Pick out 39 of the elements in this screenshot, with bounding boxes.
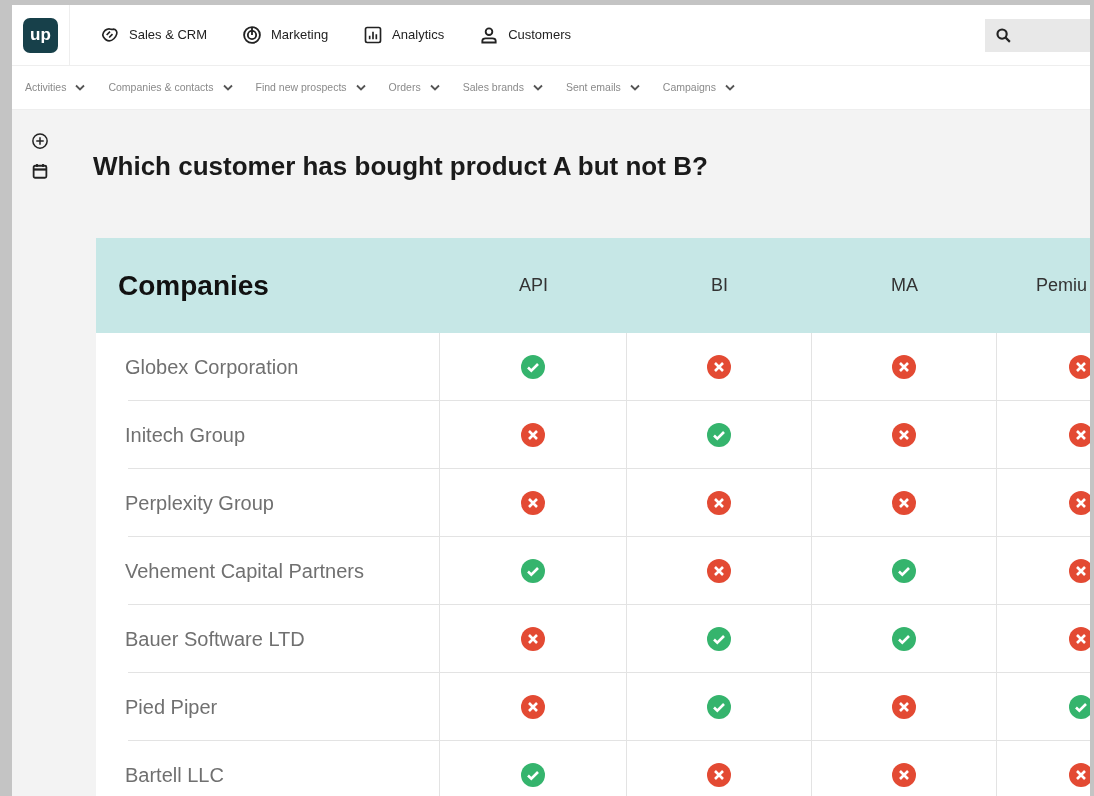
chevron-down-icon[interactable] xyxy=(75,84,86,91)
company-name: Bauer Software LTD xyxy=(125,626,305,652)
menu-link[interactable]: Orders xyxy=(388,79,421,96)
company-name: Globex Corporation xyxy=(125,354,299,380)
search-field[interactable] xyxy=(985,18,1090,52)
company-name: Initech Group xyxy=(125,422,246,448)
bar-chart-icon xyxy=(363,25,384,45)
page-title: Which customer has bought product A but not B? xyxy=(93,150,709,183)
chevron-down-icon[interactable] xyxy=(222,84,233,91)
menu-link[interactable]: Activities xyxy=(25,79,67,96)
target-icon xyxy=(242,25,263,45)
chevron-down-icon[interactable] xyxy=(532,84,543,91)
search-icon xyxy=(995,26,1012,44)
chevron-down-icon[interactable] xyxy=(429,84,440,91)
nav-link[interactable]: Sales & CRM xyxy=(129,25,208,45)
nav-link[interactable]: Marketing xyxy=(271,25,329,45)
company-name: Pied Piper xyxy=(125,694,218,720)
nav-link[interactable]: Analytics xyxy=(392,25,445,45)
menu-link[interactable]: Sent emails xyxy=(565,79,621,96)
menu-link[interactable]: Campaigns xyxy=(662,79,716,96)
column-header: BI xyxy=(711,274,728,297)
chevron-down-icon[interactable] xyxy=(355,84,366,91)
column-header: API xyxy=(519,274,548,297)
menu-link[interactable]: Companies & contacts xyxy=(108,79,214,96)
column-header: Pemiu xyxy=(1036,275,1088,295)
chevron-down-icon[interactable] xyxy=(724,84,735,91)
company-name: Perplexity Group xyxy=(125,490,274,516)
company-name: Bartell LLC xyxy=(125,762,224,788)
nav-link[interactable]: Customers xyxy=(508,25,571,45)
menu-link[interactable]: Sales brands xyxy=(462,79,524,96)
menu-link[interactable]: Find new prospects xyxy=(255,79,347,96)
calendar-icon[interactable] xyxy=(31,162,49,180)
person-icon xyxy=(479,25,500,45)
column-header: Companies xyxy=(118,269,269,301)
add-icon[interactable] xyxy=(31,132,49,150)
chevron-down-icon[interactable] xyxy=(629,84,640,91)
company-name: Vehement Capital Partners xyxy=(125,558,365,584)
logo[interactable]: up xyxy=(23,17,58,53)
column-header: MA xyxy=(891,274,918,297)
